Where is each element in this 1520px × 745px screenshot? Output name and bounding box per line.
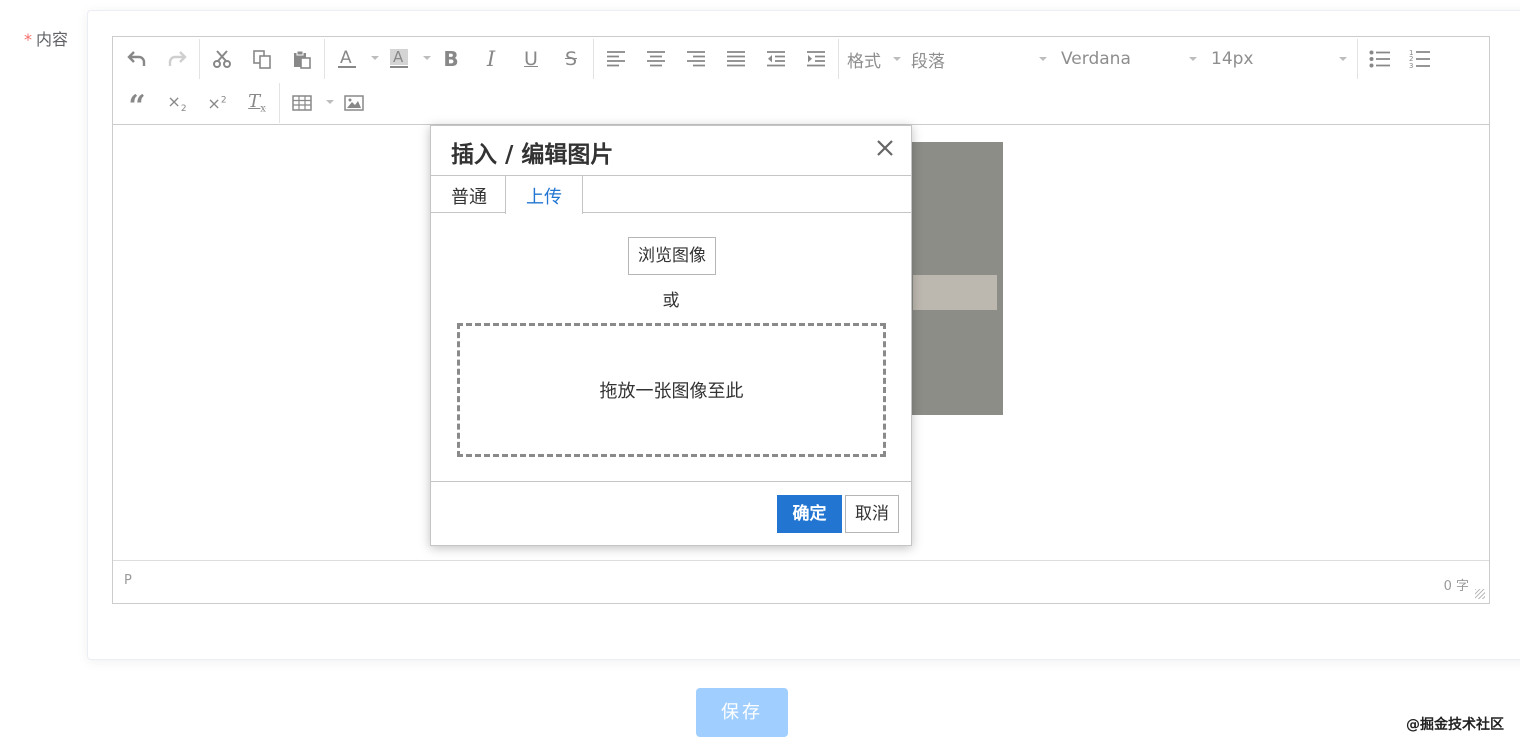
toolbar-row-2: “ ×2 ×2 Tx bbox=[117, 81, 374, 125]
chevron-down-icon bbox=[371, 56, 379, 60]
block-format-select[interactable]: 段落 bbox=[905, 43, 1055, 75]
inserted-image[interactable] bbox=[903, 142, 1003, 415]
toolbar-divider bbox=[324, 39, 325, 79]
page: * 内容 A A B I U S 格式 段落 Verdana 14px 1 2 … bbox=[0, 0, 1520, 745]
dialog-tabs: 普通 上传 bbox=[431, 175, 911, 214]
editor-statusbar: P 0 字 bbox=[113, 560, 1489, 603]
align-justify-icon[interactable] bbox=[716, 43, 756, 75]
cancel-button[interactable]: 取消 bbox=[845, 495, 899, 533]
toolbar-divider bbox=[279, 83, 280, 123]
element-path[interactable]: P bbox=[124, 573, 132, 588]
blockquote-icon[interactable]: “ bbox=[117, 87, 157, 122]
numbered-list-icon[interactable]: 123 bbox=[1400, 43, 1440, 75]
toolbar-divider bbox=[199, 39, 200, 79]
redo-icon[interactable] bbox=[157, 43, 197, 75]
close-icon[interactable] bbox=[873, 136, 897, 160]
strikethrough-icon[interactable]: S bbox=[551, 43, 591, 75]
save-button[interactable]: 保存 bbox=[696, 688, 788, 737]
insert-image-dialog: 插入 / 编辑图片 普通 上传 浏览图像 或 拖放一张图像至此 确定 取消 bbox=[430, 125, 912, 546]
svg-text:A: A bbox=[393, 48, 404, 66]
resize-handle-icon[interactable] bbox=[1475, 589, 1485, 599]
editor-toolbar: A A B I U S 格式 段落 Verdana 14px 1 2 3 “ ×… bbox=[113, 37, 1489, 125]
block-format-value: 段落 bbox=[911, 51, 945, 72]
browse-image-button[interactable]: 浏览图像 bbox=[628, 237, 716, 275]
font-family-select[interactable]: Verdana bbox=[1055, 43, 1205, 75]
toolbar-row-1: A A B I U S 格式 段落 Verdana 14px 1 2 3 bbox=[117, 37, 1440, 81]
image-stripe bbox=[913, 275, 997, 310]
tab-general[interactable]: 普通 bbox=[431, 176, 507, 213]
text-color-icon[interactable]: A bbox=[327, 43, 379, 75]
align-center-icon[interactable] bbox=[636, 43, 676, 75]
bullet-list-icon[interactable] bbox=[1360, 43, 1400, 75]
chevron-down-icon bbox=[326, 100, 334, 104]
italic-icon[interactable]: I bbox=[471, 43, 511, 75]
chevron-down-icon bbox=[1039, 57, 1047, 61]
tab-upload[interactable]: 上传 bbox=[505, 176, 583, 214]
svg-text:A: A bbox=[340, 48, 352, 68]
underline-icon[interactable]: U bbox=[511, 43, 551, 75]
align-right-icon[interactable] bbox=[676, 43, 716, 75]
required-mark: * bbox=[24, 30, 32, 49]
indent-icon[interactable] bbox=[796, 43, 836, 75]
content-label-text: 内容 bbox=[36, 30, 69, 49]
svg-text:3: 3 bbox=[1409, 62, 1413, 69]
font-family-value: Verdana bbox=[1061, 49, 1131, 69]
or-separator: 或 bbox=[662, 291, 680, 311]
toolbar-divider bbox=[1357, 39, 1358, 79]
background-color-icon[interactable]: A bbox=[379, 43, 431, 75]
chevron-down-icon bbox=[423, 56, 431, 60]
toolbar-divider bbox=[838, 39, 839, 79]
outdent-icon[interactable] bbox=[756, 43, 796, 75]
cut-icon[interactable] bbox=[202, 43, 242, 75]
copy-icon[interactable] bbox=[242, 43, 282, 75]
word-count: 0 字 bbox=[1443, 579, 1469, 594]
font-size-select[interactable]: 14px bbox=[1205, 43, 1355, 75]
chevron-down-icon bbox=[1189, 57, 1197, 61]
dropzone-text: 拖放一张图像至此 bbox=[599, 381, 744, 402]
dialog-title: 插入 / 编辑图片 bbox=[451, 142, 614, 168]
format-menu-label: 格式 bbox=[847, 51, 881, 72]
subscript-icon[interactable]: ×2 bbox=[157, 87, 197, 119]
bold-icon[interactable]: B bbox=[431, 43, 471, 75]
align-left-icon[interactable] bbox=[596, 43, 636, 75]
watermark: @掘金技术社区 bbox=[1406, 717, 1504, 733]
undo-icon[interactable] bbox=[117, 43, 157, 75]
font-size-value: 14px bbox=[1211, 49, 1254, 69]
clear-format-icon[interactable]: Tx bbox=[237, 87, 277, 119]
format-menu[interactable]: 格式 bbox=[841, 43, 905, 75]
table-icon[interactable] bbox=[282, 87, 334, 119]
toolbar-divider bbox=[593, 39, 594, 79]
image-icon[interactable] bbox=[334, 87, 374, 119]
image-dropzone[interactable]: 拖放一张图像至此 bbox=[457, 323, 886, 457]
chevron-down-icon bbox=[1339, 57, 1347, 61]
content-field-label: * 内容 bbox=[24, 26, 68, 50]
chevron-down-icon bbox=[893, 57, 901, 61]
superscript-icon[interactable]: ×2 bbox=[197, 87, 237, 119]
dialog-footer: 确定 取消 bbox=[431, 481, 911, 547]
confirm-button[interactable]: 确定 bbox=[777, 495, 842, 533]
paste-icon[interactable] bbox=[282, 43, 322, 75]
